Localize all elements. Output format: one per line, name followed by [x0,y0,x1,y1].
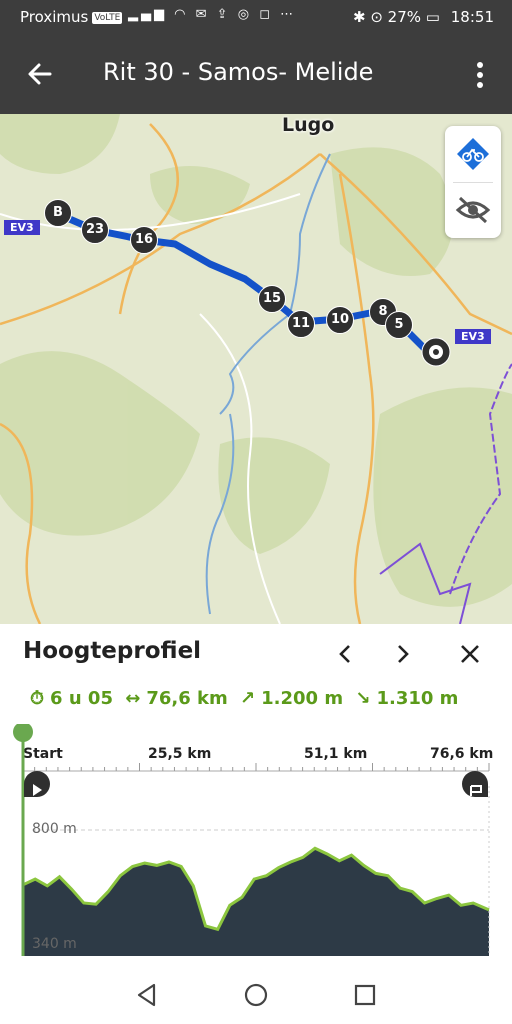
duration-value: 6 u 05 [50,688,113,709]
clock: 18:51 [450,8,494,26]
finish-marker[interactable] [420,336,452,368]
tick-marks [22,763,490,771]
wifi-icon: ◠ [174,7,189,22]
recents-nav-icon[interactable] [352,982,378,1008]
mail-icon: ✉ [195,7,210,22]
map-controls [445,126,501,238]
more-vertical-icon[interactable] [468,60,492,90]
map-view[interactable]: Lugo EV3 EV3 B 23 16 15 11 10 8 5 [0,114,512,624]
descent-icon: ↘ [355,688,371,709]
status-icons: ▂▄▆ ◠ ✉ ⇪ ◎ ◻ ⋯ [128,7,296,22]
start-marker[interactable]: B [44,199,72,227]
ascent-value: 1.200 m [261,688,344,709]
route-badge: EV3 [4,220,40,235]
descent-value: 1.310 m [376,688,459,709]
chevron-right-icon[interactable] [388,640,416,668]
city-label: Lugo [282,114,335,136]
stopwatch-icon: ⏱ [30,688,45,709]
position-handle[interactable] [13,724,33,742]
y-min-label: 340 m [32,936,77,952]
battery-level: 27% [387,8,422,26]
signal-icon: ▂▄▆ [128,7,167,22]
battery-icon: ▭ [425,8,440,26]
finish-flag-icon [462,771,488,797]
bike-route-icon[interactable] [445,126,501,182]
status-right: ✱ ⊙ 27% ▭ 18:51 [353,8,494,26]
home-nav-icon[interactable] [243,982,269,1008]
instagram-icon: ◻ [259,7,273,22]
elevation-chart[interactable] [0,724,512,968]
status-bar: Proximus VoLTE ▂▄▆ ◠ ✉ ⇪ ◎ ◻ ⋯ ✱ ⊙ 27% ▭ … [0,0,512,34]
page-title: Rit 30 - Samos- Melide [103,58,374,86]
bluetooth-icon: ✱ [352,8,366,26]
arrow-left-icon[interactable] [24,58,56,90]
panel-title: Hoogteprofiel [23,638,202,664]
system-nav-bar [0,968,512,1024]
more-notifications-icon: ⋯ [280,7,297,22]
upload-icon: ⇪ [216,7,231,22]
volte-badge: VoLTE [92,11,123,24]
elevation-panel: Hoogteprofiel ⏱ 6 u 05 ↔ 76,6 km ↗ 1.200 m … [0,624,512,968]
back-nav-icon[interactable] [134,982,160,1008]
carrier-group: Proximus VoLTE [20,8,123,26]
start-flag-icon [24,771,50,797]
elevation-area [23,848,489,956]
route-badge: EV3 [455,329,491,344]
route-stats: ⏱ 6 u 05 ↔ 76,6 km ↗ 1.200 m ↘ 1.310 m [30,688,464,709]
carrier-name: Proximus [20,8,89,26]
waypoint-marker[interactable]: 10 [326,306,354,334]
waypoint-marker[interactable]: 16 [130,226,158,254]
app-bar: Rit 30 - Samos- Melide [0,34,512,114]
waypoint-marker[interactable]: 11 [287,310,315,338]
waypoint-marker[interactable]: 5 [385,311,413,339]
map-canvas [0,114,512,624]
y-max-label: 800 m [32,821,77,837]
location-icon: ⊙ [370,8,383,26]
distance-icon: ↔ [125,688,141,709]
chevron-left-icon[interactable] [332,640,360,668]
close-icon[interactable] [456,640,484,668]
eye-off-icon[interactable] [445,182,501,238]
waypoint-marker[interactable]: 15 [258,285,286,313]
chrome-icon: ◎ [237,7,253,22]
ascent-icon: ↗ [240,688,256,709]
waypoint-marker[interactable]: 23 [81,216,109,244]
distance-value: 76,6 km [146,688,228,709]
